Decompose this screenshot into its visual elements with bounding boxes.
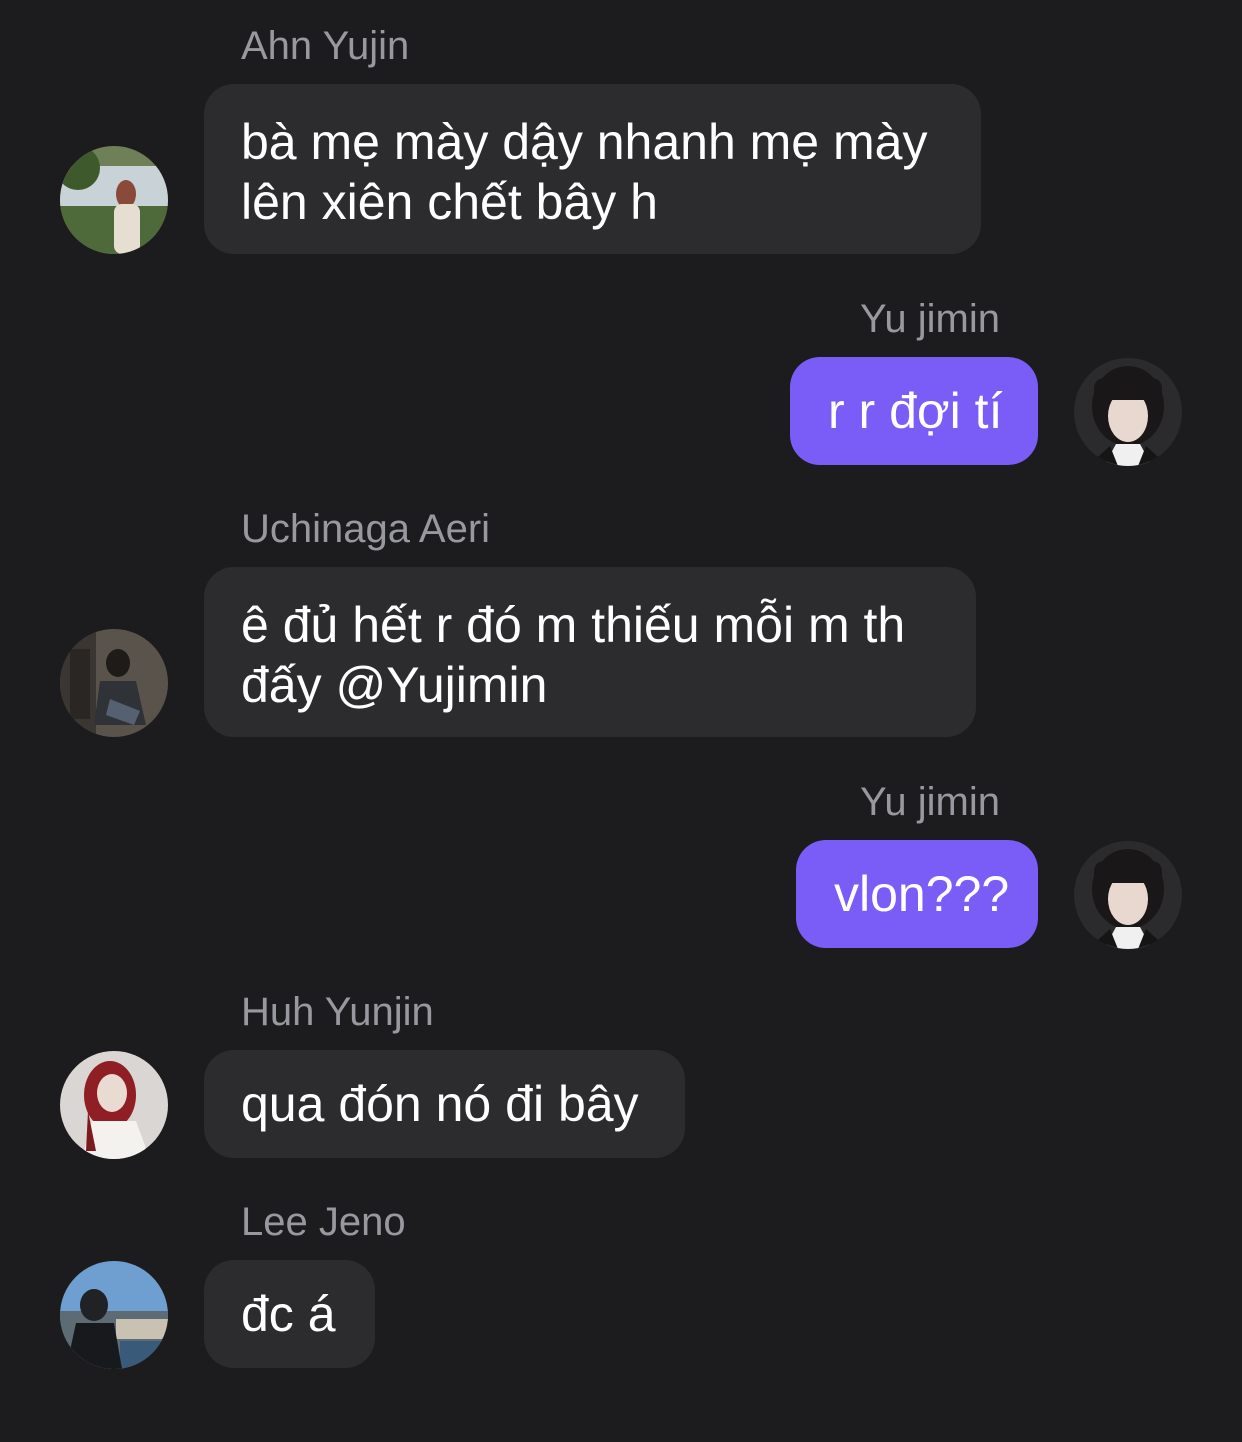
profile-photo-icon — [1074, 358, 1182, 466]
message-text-line: đc á — [241, 1286, 336, 1342]
message-bubble[interactable]: bà mẹ mày dậy nhanh mẹ mày lên xiên chết… — [204, 84, 981, 254]
message-bubble[interactable]: đc á — [204, 1260, 375, 1368]
sender-name: Yu jimin — [859, 297, 1000, 341]
avatar-yu-jimin[interactable] — [1074, 841, 1182, 949]
message-bubble[interactable]: ê đủ hết r đó m thiếu mỗi m th đấy @Yuji… — [204, 567, 976, 737]
profile-photo-icon — [1074, 841, 1182, 949]
avatar-uchinaga-aeri[interactable] — [60, 629, 168, 737]
sender-name: Huh Yunjin — [241, 990, 434, 1034]
profile-photo-icon — [60, 146, 168, 254]
profile-photo-icon — [60, 1051, 168, 1159]
message-text-line: lên xiên chết bây h — [241, 174, 658, 230]
sender-name: Uchinaga Aeri — [241, 507, 491, 551]
avatar-lee-jeno[interactable] — [60, 1261, 168, 1369]
sender-name: Lee Jeno — [241, 1200, 406, 1244]
message-text-line: r r đợi tí — [828, 383, 1003, 439]
avatar-huh-yunjin[interactable] — [60, 1051, 168, 1159]
sender-name: Ahn Yujin — [241, 24, 410, 68]
message-bubble[interactable]: r r đợi tí — [790, 357, 1038, 465]
profile-photo-icon — [60, 1261, 168, 1369]
message-text-line: đấy @Yujimin — [241, 657, 548, 713]
message-bubble[interactable]: qua đón nó đi bây — [204, 1050, 685, 1158]
chat-message-list[interactable]: Ahn Yujin bà mẹ mày dậy nhanh mẹ mày lên… — [0, 0, 1242, 1442]
message-bubble[interactable]: vlon??? — [796, 840, 1038, 948]
profile-photo-icon — [60, 629, 168, 737]
sender-name: Yu jimin — [859, 780, 1000, 824]
avatar-ahn-yujin[interactable] — [60, 146, 168, 254]
message-text-line: vlon??? — [834, 866, 1010, 922]
avatar-yu-jimin[interactable] — [1074, 358, 1182, 466]
message-text-line: ê đủ hết r đó m thiếu mỗi m th — [241, 597, 906, 653]
message-text-line: bà mẹ mày dậy nhanh mẹ mày — [241, 114, 928, 170]
message-text-line: qua đón nó đi bây — [241, 1076, 639, 1132]
